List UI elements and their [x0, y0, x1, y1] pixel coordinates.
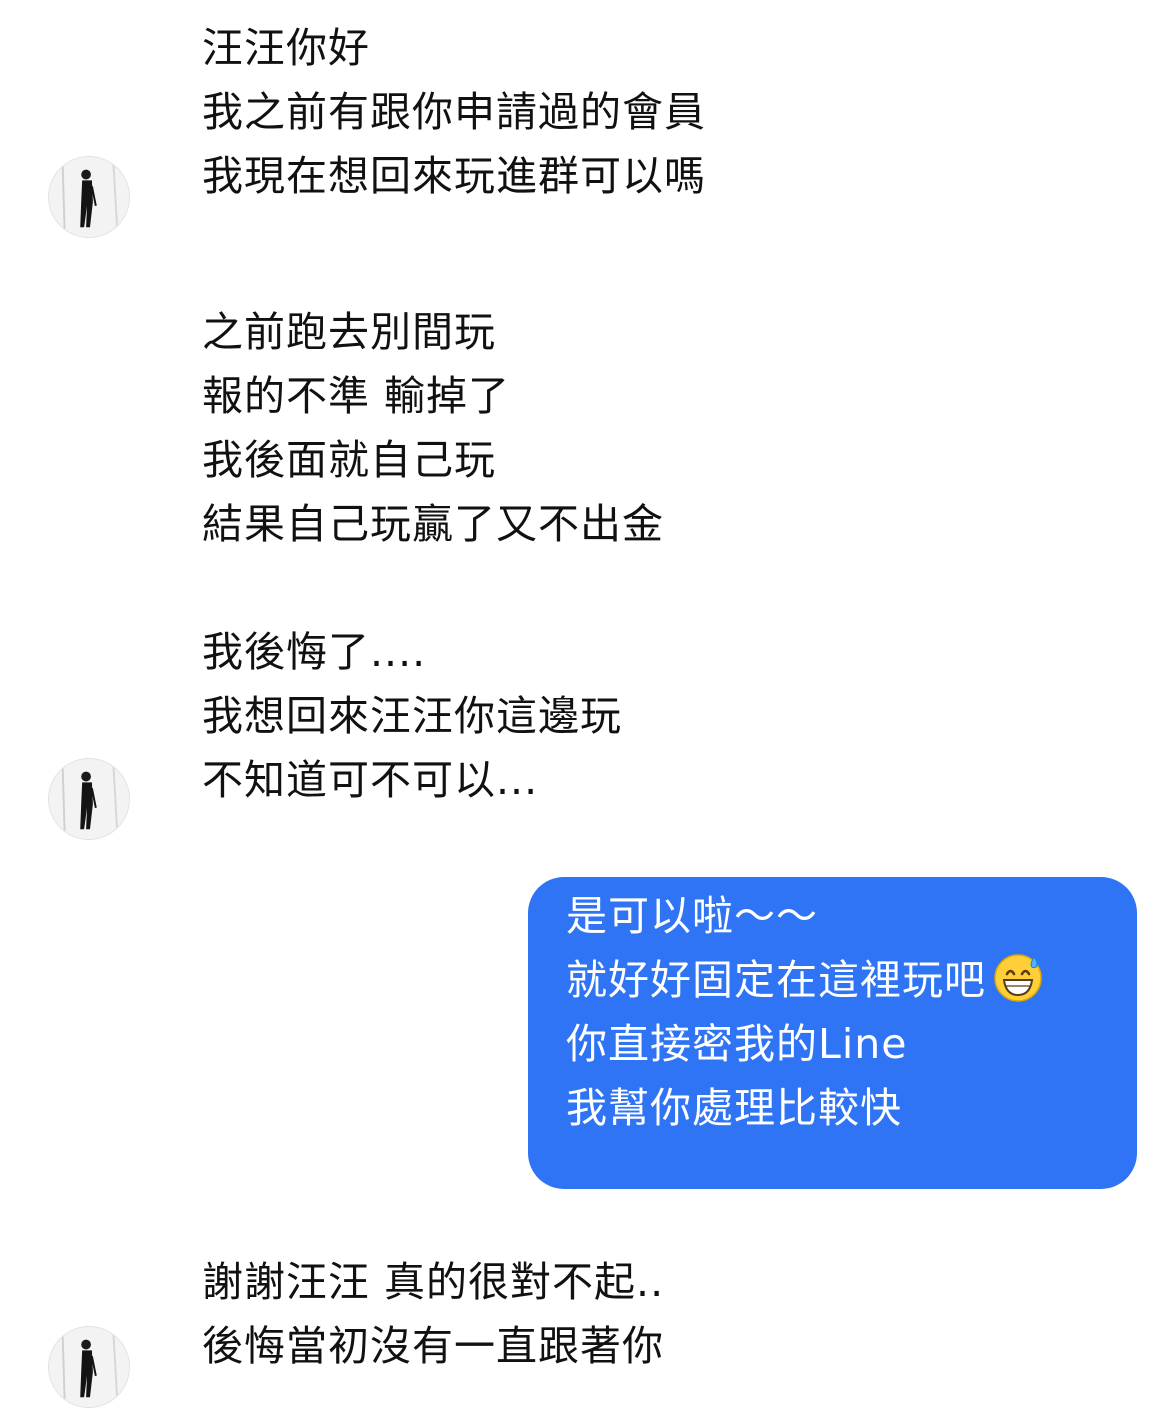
- incoming-message-3: 我後悔了.... 我想回來汪汪你這邊玩 不知道可不可以...: [202, 620, 622, 812]
- person-avatar-icon: [49, 759, 129, 839]
- message-line: 你直接密我的Line: [566, 1020, 908, 1068]
- message-line: 我之前有跟你申請過的會員: [202, 88, 706, 136]
- contact-avatar[interactable]: [48, 156, 130, 238]
- message-line: 結果自己玩贏了又不出金: [202, 500, 664, 548]
- message-line: 後悔當初沒有一直跟著你: [202, 1322, 664, 1370]
- message-line: 我後悔了....: [202, 628, 427, 676]
- incoming-message-4: 謝謝汪汪 真的很對不起.. 後悔當初沒有一直跟著你: [202, 1250, 664, 1378]
- person-avatar-icon: [49, 1327, 129, 1407]
- message-line: 報的不準 輸掉了: [202, 372, 511, 420]
- message-line: 是可以啦～～: [566, 892, 818, 940]
- incoming-message-1: 汪汪你好 我之前有跟你申請過的會員 我現在想回來玩進群可以嗎: [202, 16, 706, 208]
- message-line: 不知道可不可以...: [202, 756, 539, 804]
- grinning-face-with-sweat-emoji: [994, 954, 1042, 1002]
- message-line: 謝謝汪汪 真的很對不起..: [202, 1258, 665, 1306]
- incoming-message-2: 之前跑去別間玩 報的不準 輸掉了 我後面就自己玩 結果自己玩贏了又不出金: [202, 300, 664, 556]
- message-line-text: 就好好固定在這裡玩吧: [566, 956, 986, 1004]
- message-line: 之前跑去別間玩: [202, 308, 496, 356]
- message-line: 汪汪你好: [202, 24, 370, 72]
- outgoing-message-bubble: 是可以啦～～ 就好好固定在這裡玩吧 你直接密我的Line 我幫你處理比較快: [528, 877, 1137, 1189]
- message-line-with-emoji: 就好好固定在這裡玩吧: [566, 948, 1137, 1012]
- message-line: 我後面就自己玩: [202, 436, 496, 484]
- message-line: 我現在想回來玩進群可以嗎: [202, 152, 706, 200]
- contact-avatar[interactable]: [48, 758, 130, 840]
- person-avatar-icon: [49, 157, 129, 237]
- contact-avatar[interactable]: [48, 1326, 130, 1408]
- message-line: 我幫你處理比較快: [566, 1084, 902, 1132]
- chat-thread: 汪汪你好 我之前有跟你申請過的會員 我現在想回來玩進群可以嗎 之前跑去別間玩 報…: [0, 0, 1160, 1412]
- message-line: 我想回來汪汪你這邊玩: [202, 692, 622, 740]
